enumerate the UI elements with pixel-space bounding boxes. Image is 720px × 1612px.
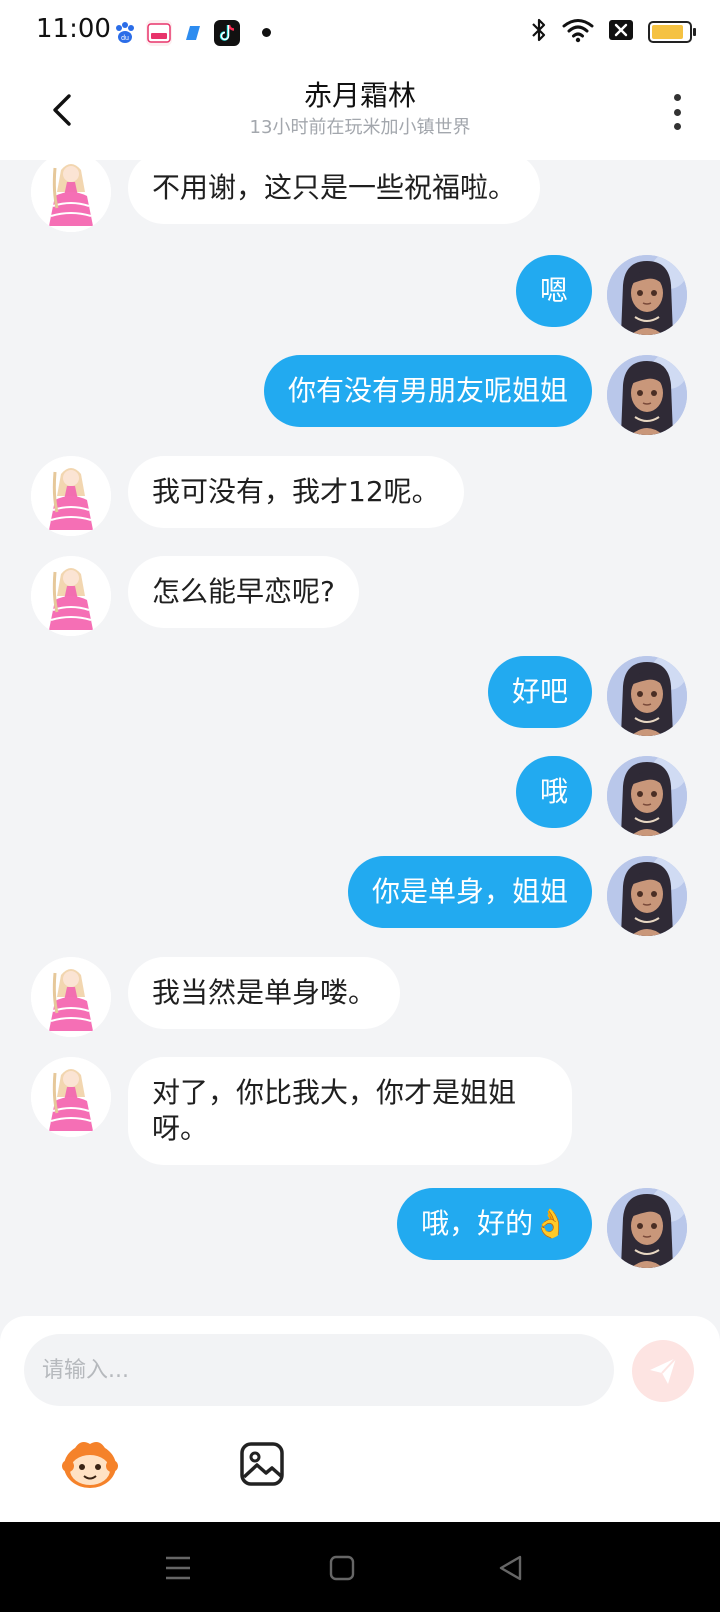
- svg-text:du: du: [121, 35, 129, 42]
- message-input[interactable]: [42, 1357, 596, 1383]
- my-avatar[interactable]: [607, 1188, 687, 1268]
- contact-avatar[interactable]: [31, 1057, 111, 1137]
- message-bubble-sent[interactable]: 好吧: [487, 656, 592, 728]
- contact-avatar[interactable]: [31, 456, 111, 536]
- my-avatar[interactable]: [607, 856, 687, 936]
- image-icon: [240, 1442, 284, 1486]
- monkey-mascot-icon: [62, 1442, 118, 1488]
- message-input-wrapper[interactable]: [24, 1334, 614, 1406]
- sim-off-icon: [608, 19, 634, 45]
- more-dot-icon: [673, 108, 681, 116]
- message-bubble-received[interactable]: 对了，你比我大，你才是姐姐呀。: [128, 1057, 572, 1165]
- more-dot-icon: [673, 94, 681, 101]
- emoji-mascot-button[interactable]: [58, 1432, 122, 1496]
- more-options-button[interactable]: [662, 90, 692, 134]
- system-icons: [530, 16, 696, 48]
- chat-title: 赤月霜林: [303, 79, 416, 112]
- recent-apps-button[interactable]: [158, 1548, 198, 1588]
- baidu-app-icon: du: [112, 20, 138, 46]
- send-icon: [650, 1357, 677, 1384]
- tiktok-icon: [214, 20, 240, 46]
- status-time: 11:00: [36, 14, 111, 44]
- blue-app-icon: [180, 20, 206, 46]
- my-avatar[interactable]: [607, 756, 687, 836]
- back-button[interactable]: [40, 88, 84, 132]
- message-bubble-sent[interactable]: 哦，好的👌: [397, 1188, 592, 1260]
- triangle-back-icon: [499, 1555, 522, 1581]
- message-list[interactable]: 不用谢，这只是一些祝福啦。 嗯 你有没有男朋友呢姐姐 我可没有，我才12呢。 怎…: [0, 160, 720, 1316]
- battery-icon: [648, 21, 696, 43]
- battery-fill: [652, 25, 683, 39]
- status-bar: 11:00 du: [0, 0, 720, 64]
- contact-avatar[interactable]: [31, 957, 111, 1037]
- system-back-button[interactable]: [490, 1548, 530, 1588]
- contact-avatar[interactable]: [31, 160, 111, 232]
- contact-avatar[interactable]: [31, 556, 111, 636]
- my-avatar[interactable]: [607, 355, 687, 435]
- my-avatar[interactable]: [607, 255, 687, 335]
- message-bubble-sent[interactable]: 你有没有男朋友呢姐姐: [263, 355, 592, 427]
- more-dot-icon: [673, 123, 681, 130]
- wifi-icon: [562, 17, 594, 47]
- message-bubble-received[interactable]: 不用谢，这只是一些祝福啦。: [128, 160, 541, 224]
- message-bubble-received[interactable]: 我可没有，我才12呢。: [128, 456, 464, 528]
- composer: [0, 1316, 720, 1522]
- message-bubble-received[interactable]: 怎么能早恋呢?: [128, 556, 359, 628]
- chat-header: 赤月霜林 13小时前在玩米加小镇世界: [0, 64, 720, 160]
- my-avatar[interactable]: [607, 656, 687, 736]
- chevron-left-icon: [53, 94, 71, 126]
- message-bubble-sent[interactable]: 嗯: [515, 255, 592, 327]
- message-bubble-sent[interactable]: 哦: [515, 756, 592, 828]
- square-icon: [329, 1555, 355, 1581]
- system-navigation-bar: [0, 1522, 720, 1612]
- send-button[interactable]: [632, 1340, 694, 1402]
- presence-status: 13小时前在玩米加小镇世界: [249, 117, 471, 138]
- menu-icon: [166, 1556, 190, 1580]
- hongbao-app-icon: [146, 20, 172, 46]
- bluetooth-icon: [530, 16, 548, 48]
- title-block: 赤月霜林 13小时前在玩米加小镇世界: [160, 78, 560, 140]
- more-notifications-dot: [262, 28, 271, 37]
- message-bubble-received[interactable]: 我当然是单身喽。: [128, 957, 401, 1029]
- message-bubble-sent[interactable]: 你是单身，姐姐: [347, 856, 592, 928]
- image-picker-button[interactable]: [230, 1432, 294, 1496]
- home-button[interactable]: [322, 1548, 362, 1588]
